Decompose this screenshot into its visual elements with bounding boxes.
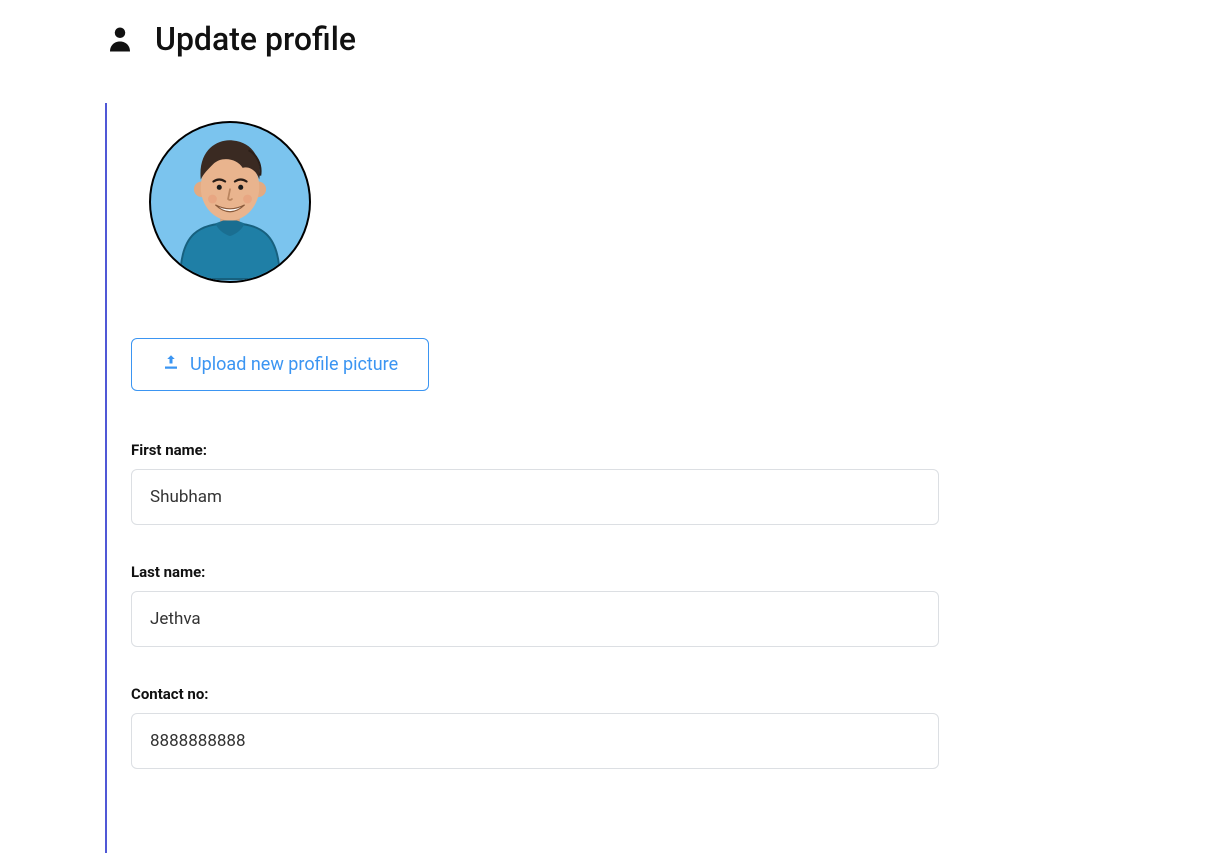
upload-profile-picture-button[interactable]: Upload new profile picture bbox=[131, 338, 429, 391]
contact-no-label: Contact no: bbox=[131, 685, 1122, 703]
update-profile-page: Update profile bbox=[0, 0, 1222, 853]
first-name-group: First name: bbox=[131, 441, 1122, 525]
content-area: Upload new profile picture First name: L… bbox=[105, 103, 1122, 853]
first-name-input[interactable] bbox=[131, 469, 939, 525]
page-header: Update profile bbox=[105, 20, 1122, 58]
page-title: Update profile bbox=[155, 20, 356, 58]
upload-button-label: Upload new profile picture bbox=[190, 354, 398, 375]
last-name-label: Last name: bbox=[131, 563, 1122, 581]
contact-no-group: Contact no: bbox=[131, 685, 1122, 769]
contact-no-input[interactable] bbox=[131, 713, 939, 769]
user-icon bbox=[105, 22, 135, 56]
avatar-section bbox=[131, 103, 1122, 283]
upload-icon bbox=[162, 353, 180, 376]
last-name-group: Last name: bbox=[131, 563, 1122, 647]
first-name-label: First name: bbox=[131, 441, 1122, 459]
avatar bbox=[149, 121, 311, 283]
last-name-input[interactable] bbox=[131, 591, 939, 647]
